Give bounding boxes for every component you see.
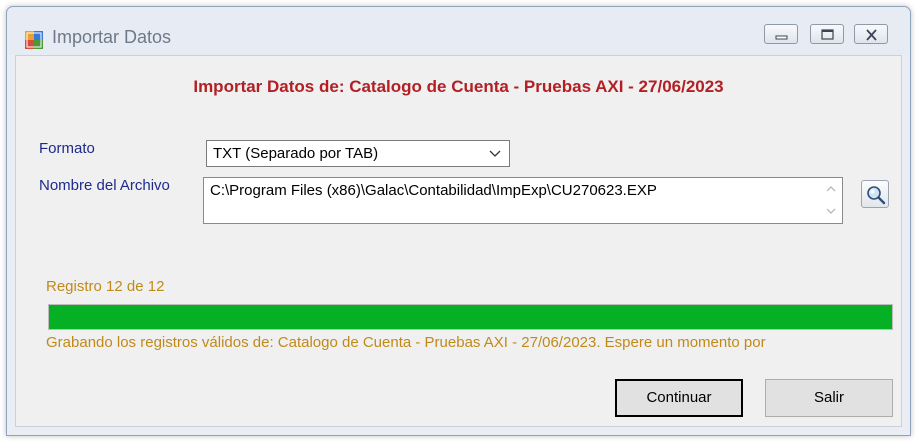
app-window-icon bbox=[25, 31, 43, 49]
window-title: Importar Datos bbox=[52, 27, 172, 47]
magnifier-icon bbox=[867, 186, 886, 205]
import-dialog-window: Importar Datos Importar Datos de: Catalo… bbox=[6, 6, 911, 436]
file-path-value: C:\Program Files (x86)\Galac\Contabilida… bbox=[210, 182, 657, 199]
chevron-down-icon bbox=[489, 150, 501, 157]
maximize-button[interactable] bbox=[810, 24, 844, 44]
minimize-button[interactable] bbox=[764, 24, 798, 44]
format-select[interactable]: TXT (Separado por TAB) bbox=[206, 140, 510, 167]
status-message: Grabando los registros válidos de: Catal… bbox=[46, 334, 766, 351]
format-select-value: TXT (Separado por TAB) bbox=[213, 145, 379, 162]
progress-bar bbox=[48, 304, 893, 330]
exit-button[interactable]: Salir bbox=[765, 379, 893, 417]
dialog-content: Importar Datos de: Catalogo de Cuenta - … bbox=[15, 55, 902, 427]
file-path-field[interactable]: C:\Program Files (x86)\Galac\Contabilida… bbox=[203, 177, 843, 224]
format-label: Formato bbox=[39, 140, 95, 157]
import-heading: Importar Datos de: Catalogo de Cuenta - … bbox=[193, 77, 724, 96]
record-counter: Registro 12 de 12 bbox=[46, 278, 165, 295]
minimize-icon bbox=[775, 35, 788, 40]
title-bar[interactable]: Importar Datos bbox=[7, 7, 910, 55]
continue-button[interactable]: Continuar bbox=[615, 379, 743, 417]
browse-file-button[interactable] bbox=[861, 180, 889, 208]
maximize-icon bbox=[821, 29, 834, 40]
close-icon bbox=[866, 29, 877, 41]
progress-bar-fill bbox=[49, 305, 892, 329]
file-name-label: Nombre del Archivo bbox=[39, 177, 170, 194]
scroll-down-icon[interactable] bbox=[826, 208, 836, 215]
scroll-up-icon[interactable] bbox=[826, 185, 836, 192]
close-button[interactable] bbox=[854, 24, 888, 44]
